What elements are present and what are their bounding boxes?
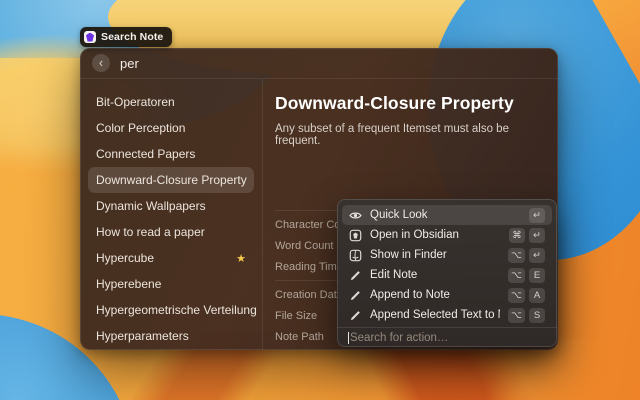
action-item-append-selected-text[interactable]: Append Selected Text to Note ⌥ S: [342, 305, 552, 325]
text-cursor: [348, 332, 349, 344]
key-option: ⌥: [508, 268, 525, 283]
key-return: ↵: [529, 208, 545, 223]
action-menu: Quick Look ↵ Open in Obsidian ⌘ ↵ Show i…: [337, 199, 557, 347]
note-list-item[interactable]: Hyperparameters: [88, 323, 254, 349]
note-subtitle: Any subset of a frequent Itemset must al…: [275, 123, 542, 147]
note-title: Downward-Closure Property: [275, 93, 542, 114]
key-return: ↵: [529, 228, 545, 243]
pencil-icon: [349, 309, 362, 322]
key-a: A: [529, 288, 545, 303]
key-option: ⌥: [508, 308, 525, 323]
chevron-left-icon: ‹: [99, 56, 103, 69]
key-e: E: [529, 268, 545, 283]
command-title-pill: Search Note: [80, 27, 172, 47]
action-search-input[interactable]: [350, 332, 546, 344]
action-item-quick-look[interactable]: Quick Look ↵: [342, 205, 552, 225]
note-list-item[interactable]: Hypercube ★: [88, 245, 254, 271]
pencil-icon: [349, 269, 362, 282]
search-query-text: per: [120, 56, 139, 71]
desktop: Search Note ‹ per Bit-Operatoren Color P…: [0, 0, 640, 400]
note-list-item[interactable]: Color Perception: [88, 115, 254, 141]
key-option: ⌥: [508, 248, 525, 263]
action-item-open-in-obsidian[interactable]: Open in Obsidian ⌘ ↵: [342, 225, 552, 245]
key-command: ⌘: [509, 228, 525, 243]
note-list-item-selected[interactable]: Downward-Closure Property: [88, 167, 254, 193]
action-item-append-to-note[interactable]: Append to Note ⌥ A: [342, 285, 552, 305]
note-list-item[interactable]: Connected Papers: [88, 141, 254, 167]
note-list-item[interactable]: How to read a paper: [88, 219, 254, 245]
finder-icon: [349, 249, 362, 262]
action-item-show-in-finder[interactable]: Show in Finder ⌥ ↵: [342, 245, 552, 265]
key-s: S: [529, 308, 545, 323]
action-item-edit-note[interactable]: Edit Note ⌥ E: [342, 265, 552, 285]
eye-icon: [349, 209, 362, 222]
pencil-icon: [349, 289, 362, 302]
note-list-item[interactable]: Hypergeometrische Verteilung: [88, 297, 254, 323]
obsidian-document-icon: [349, 229, 362, 242]
note-list-item[interactable]: Bit-Operatoren: [88, 89, 254, 115]
note-list: Bit-Operatoren Color Perception Connecte…: [80, 79, 262, 350]
note-list-item[interactable]: Hyperebene: [88, 271, 254, 297]
obsidian-icon: [84, 31, 96, 43]
key-return: ↵: [529, 248, 545, 263]
star-icon: ★: [236, 252, 246, 265]
note-list-item[interactable]: Dynamic Wallpapers: [88, 193, 254, 219]
back-button[interactable]: ‹: [92, 54, 110, 72]
key-option: ⌥: [508, 288, 525, 303]
search-input[interactable]: ‹ per: [80, 48, 558, 79]
action-search-field[interactable]: [337, 327, 557, 347]
command-title: Search Note: [101, 31, 163, 43]
